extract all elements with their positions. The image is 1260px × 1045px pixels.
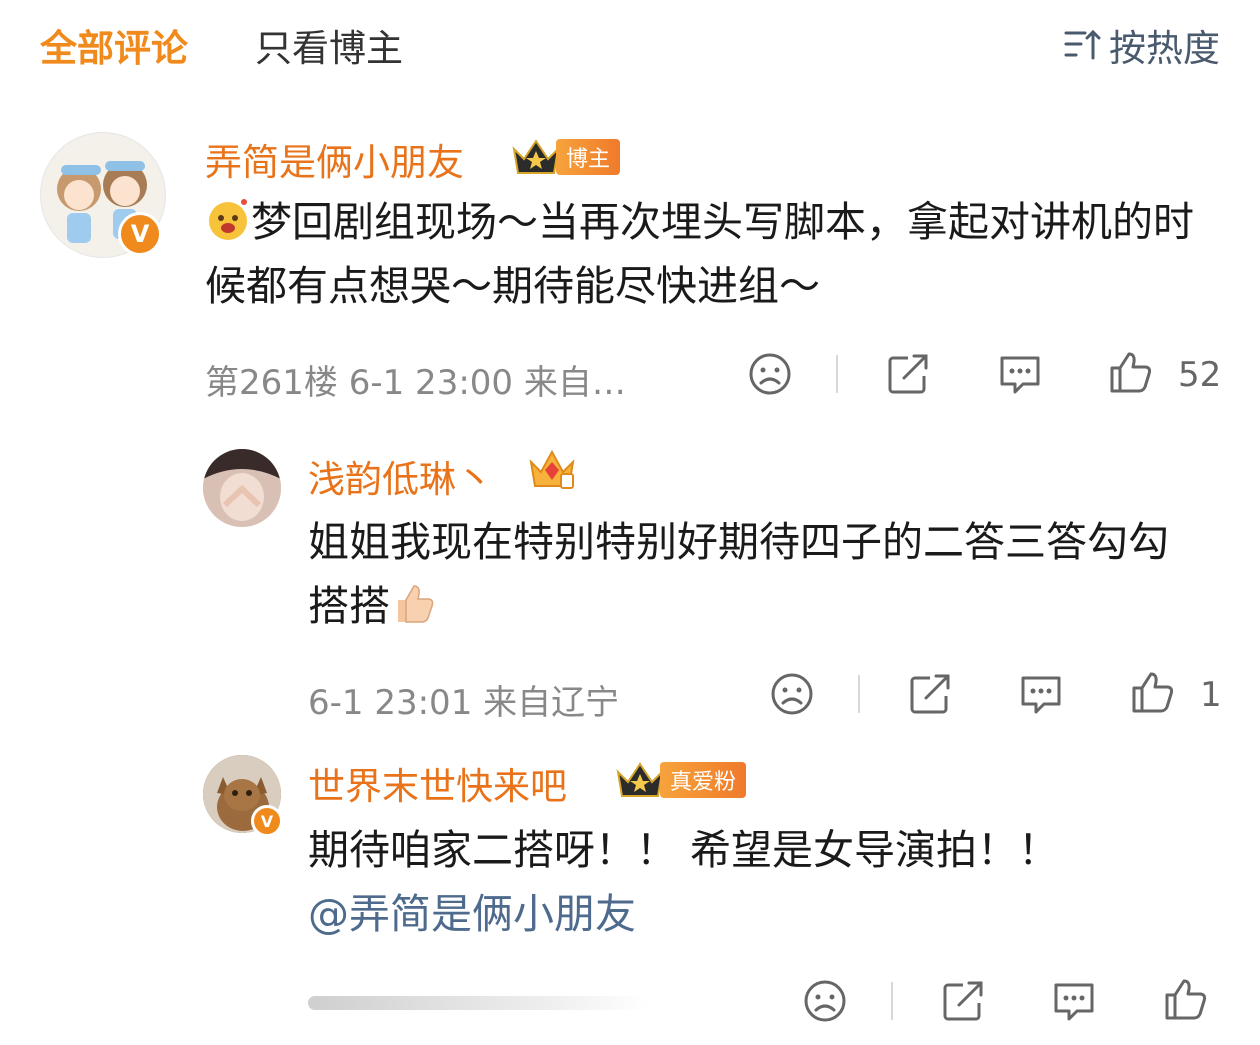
- tab-blogger-only[interactable]: 只看博主: [255, 18, 403, 72]
- comment-text: 梦回剧组现场～当再次埋头写脚本，拿起对讲机的时候都有点想哭～期待能尽快进组～: [205, 198, 1194, 310]
- dislike-face-icon[interactable]: [748, 352, 792, 396]
- divider: [891, 982, 893, 1020]
- username[interactable]: 浅韵低琳丶: [308, 449, 493, 503]
- blogger-badge: 博主: [556, 139, 621, 175]
- reply-comment-icon[interactable]: [997, 352, 1043, 396]
- username[interactable]: 世界末世快来吧: [308, 756, 567, 810]
- like-count: 52: [1178, 355, 1222, 395]
- avatar[interactable]: [203, 449, 281, 527]
- comment-tabs: 全部评论 只看博主 按热度: [0, 0, 1260, 80]
- blurred-meta: [308, 996, 648, 1010]
- divider: [858, 675, 860, 713]
- crown-icon: [616, 762, 664, 797]
- sort-by-hot-button[interactable]: 按热度: [1063, 18, 1220, 72]
- sort-label: 按热度: [1109, 27, 1220, 70]
- verified-v-icon: V: [118, 212, 162, 256]
- share-icon[interactable]: [941, 979, 987, 1023]
- sort-icon: [1064, 29, 1101, 60]
- crown-icon: [512, 139, 560, 174]
- comment-text: 期待咱家二搭呀！！ 希望是女导演拍！！: [308, 826, 1060, 874]
- like-thumb-icon[interactable]: [1163, 977, 1209, 1021]
- like-thumb-icon[interactable]: [1130, 670, 1176, 714]
- avatar-image: [203, 449, 281, 527]
- share-icon[interactable]: [886, 352, 932, 396]
- reply-comment-icon[interactable]: [1051, 979, 1097, 1023]
- like-thumb-icon[interactable]: [1108, 350, 1154, 394]
- mention-link[interactable]: @弄简是俩小朋友: [308, 890, 636, 938]
- reply-comment-icon[interactable]: [1018, 672, 1064, 716]
- dislike-face-icon[interactable]: [803, 979, 847, 1023]
- dislike-face-icon[interactable]: [770, 672, 814, 716]
- source-location: 来自…: [523, 363, 626, 403]
- comment-content: 梦回剧组现场～当再次埋头写脚本，拿起对讲机的时候都有点想哭～期待能尽快进组～: [205, 190, 1215, 318]
- source-location: 来自辽宁: [483, 683, 620, 723]
- comment-content: 期待咱家二搭呀！！ 希望是女导演拍！！ @弄简是俩小朋友: [308, 818, 1208, 946]
- comment-meta: 6-1 23:01 来自辽宁: [308, 675, 619, 724]
- username[interactable]: 弄简是俩小朋友: [205, 132, 464, 186]
- timestamp: 6-1 23:00: [348, 363, 514, 403]
- thumbs-up-emoji: [398, 585, 434, 623]
- share-icon[interactable]: [908, 672, 954, 716]
- face-with-hearts-emoji: [209, 199, 247, 240]
- comment-meta: 第261楼 6-1 23:00 来自…: [205, 355, 626, 404]
- verified-v-icon: V: [251, 805, 283, 837]
- divider: [836, 355, 838, 393]
- like-count: 1: [1200, 675, 1222, 715]
- crown-icon: [529, 449, 575, 489]
- floor-number: 第261楼: [205, 363, 338, 403]
- comment-content: 姐姐我现在特别特别好期待四子的二答三答勾勾搭搭: [308, 510, 1208, 638]
- true-fan-badge: 真爱粉: [660, 762, 747, 798]
- comment-text: 姐姐我现在特别特别好期待四子的二答三答勾勾搭搭: [308, 518, 1169, 630]
- timestamp: 6-1 23:01: [308, 683, 473, 723]
- tab-all-comments[interactable]: 全部评论: [40, 18, 188, 72]
